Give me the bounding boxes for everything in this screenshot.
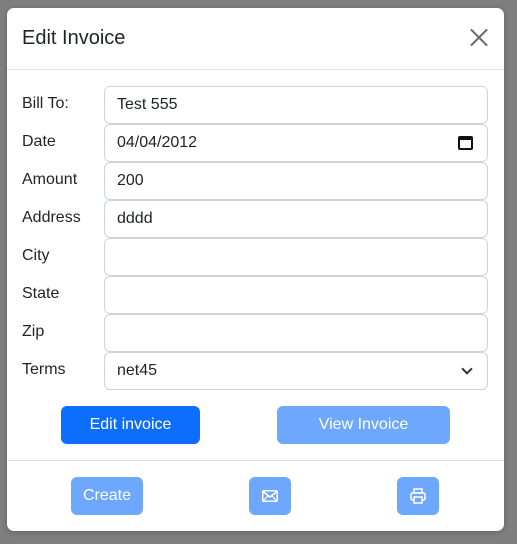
address-row: Address [22,200,488,238]
address-label: Address [22,209,81,226]
close-icon[interactable] [468,26,490,48]
date-label: Date [22,133,56,150]
address-input[interactable] [104,200,488,238]
modal-footer: Create [7,460,504,531]
city-label: City [22,247,50,264]
create-button[interactable]: Create [71,477,143,515]
print-button[interactable] [397,477,439,515]
city-row: City [22,238,488,276]
bill-to-label: Bill To: [22,95,69,112]
amount-label: Amount [22,171,78,188]
city-input[interactable] [104,238,488,276]
modal-title: Edit Invoice [22,27,126,49]
amount-input[interactable] [104,162,488,200]
email-button[interactable] [249,477,291,515]
edit-invoice-text-button[interactable]: Edit invoice Text [61,406,200,471]
printer-icon [410,488,426,504]
state-label: State [22,285,60,302]
terms-row: Terms net45 [22,352,488,390]
date-value: 04/04/2012 [117,134,198,151]
state-input[interactable] [104,276,488,314]
envelope-icon [262,490,278,502]
zip-label: Zip [22,323,45,340]
state-row: State [22,276,488,314]
terms-value: net45 [117,362,158,379]
zip-row: Zip [22,314,488,352]
terms-label: Terms [22,361,66,378]
bill-to-input[interactable] [104,86,488,124]
amount-row: Amount [22,162,488,200]
bill-to-row: Bill To: [22,86,488,124]
date-input[interactable]: 04/04/2012 [104,124,488,162]
chevron-down-icon [461,363,473,375]
edit-invoice-modal: Edit Invoice Bill To: Date 04/04/2012 Am… [7,8,504,531]
date-row: Date 04/04/2012 [22,124,488,162]
calendar-icon[interactable] [458,136,473,150]
view-invoice-preview-button[interactable]: View Invoice Preview [277,406,450,471]
zip-input[interactable] [104,314,488,352]
terms-select[interactable]: net45 [104,352,488,390]
modal-header: Edit Invoice [7,8,504,70]
